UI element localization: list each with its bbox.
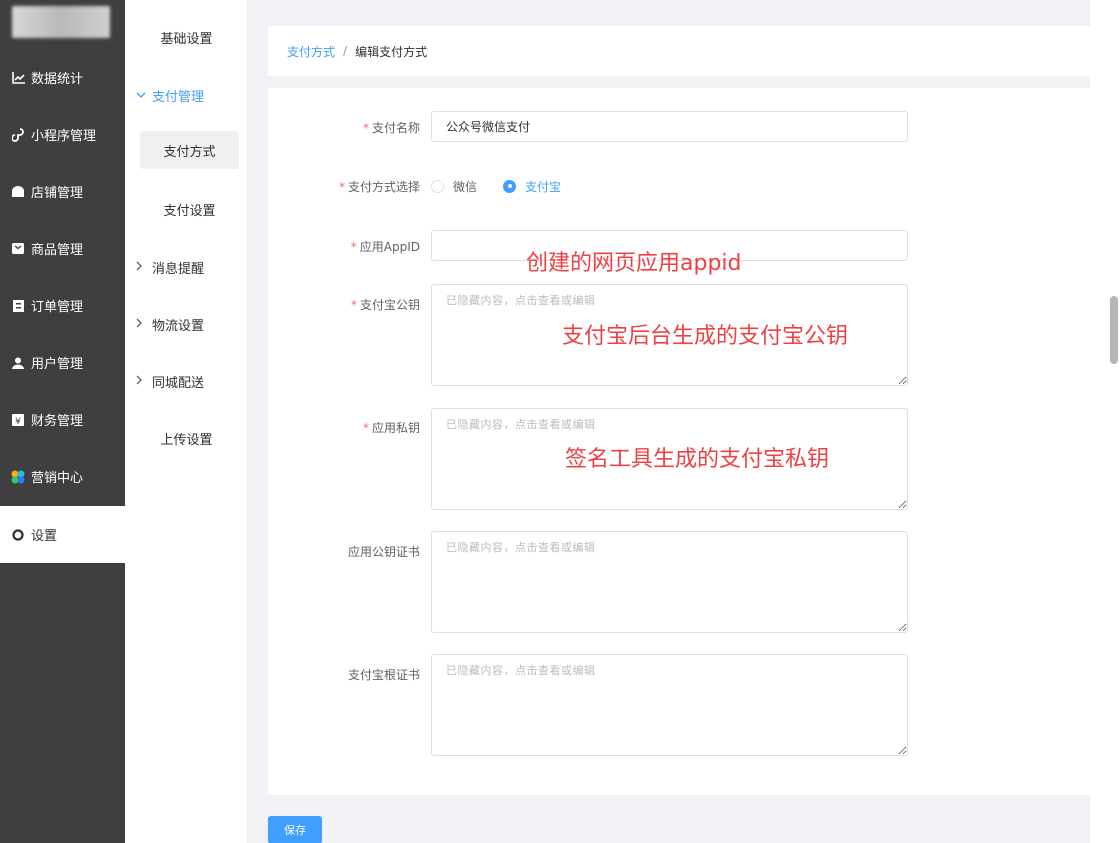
save-button[interactable]: 保存 [268,816,322,843]
sidebar-item-settings[interactable]: 设置 [0,506,125,563]
user-icon [11,356,25,370]
sidebar-item-label: 数据统计 [31,72,84,87]
scrollbar-thumb[interactable] [1110,296,1118,364]
sidebar-item-mini-program[interactable]: 小程序管理 [0,106,125,163]
chevron-right-icon [136,318,146,331]
sidebar-item-statistics[interactable]: 数据统计 [0,49,125,106]
sidebar-item-label: 财务管理 [31,414,84,429]
settings-submenu: 基础设置 支付管理 支付方式 支付设置 消息提醒 物流设置 同城配送 上传设置 [125,0,248,843]
required-mark: * [362,121,369,135]
appid-input[interactable] [431,230,908,261]
goods-icon [11,242,25,256]
mini-program-icon [11,127,25,142]
label-text: 支付名称 [371,121,420,135]
app-private-key-label: * 应用私钥 [268,419,420,436]
sidebar-item-label: 设置 [31,529,58,544]
sidebar-item-label: 商品管理 [31,243,84,258]
sidebar-item-store[interactable]: 店铺管理 [0,163,125,220]
payment-form: *支付名称 *支付方式选择 微信 支付宝 *应用AppID *支付宝公钥 *应用… [268,88,1090,795]
submenu-upload-settings[interactable]: 上传设置 [125,418,248,458]
main-sidebar: 数据统计 小程序管理 店铺管理 商品管理 订单管理 用户管理 ¥ 财务管理 营销… [0,0,125,843]
submenu-group-label: 支付管理 [152,89,205,105]
alipay-public-key-label: * 支付宝公钥 [268,296,420,313]
label-text: 应用AppID [359,240,420,254]
radio-alipay[interactable]: 支付宝 [503,178,561,195]
submenu-group-logistics[interactable]: 物流设置 [136,309,204,339]
chevron-right-icon [136,375,146,388]
scrollbar-track[interactable] [1090,0,1120,843]
marketing-icon [11,470,25,484]
submenu-basic-settings[interactable]: 基础设置 [125,17,248,57]
label-text: 应用公钥证书 [347,545,420,559]
required-mark: * [350,298,357,312]
submenu-payment-settings[interactable]: 支付设置 [140,190,239,228]
radio-wechat[interactable]: 微信 [431,178,477,195]
sidebar-item-label: 小程序管理 [31,129,97,144]
app-public-cert-textarea[interactable] [431,531,908,633]
chart-line-icon [11,71,25,85]
sidebar-item-finance[interactable]: ¥ 财务管理 [0,391,125,448]
submenu-payment-methods[interactable]: 支付方式 [140,131,239,169]
payment-method-radio-group: 微信 支付宝 [431,176,587,196]
radio-circle[interactable] [503,179,517,193]
payment-name-label: * 支付名称 [268,119,420,136]
required-mark: * [350,240,357,254]
sidebar-item-users[interactable]: 用户管理 [0,334,125,391]
app-public-cert-label: 应用公钥证书 [268,543,420,560]
submenu-group-label: 物流设置 [152,318,205,334]
chevron-right-icon [136,261,146,274]
radio-label: 支付宝 [525,179,562,194]
submenu-group-label: 消息提醒 [152,261,205,277]
settings-icon [11,528,25,542]
sidebar-item-orders[interactable]: 订单管理 [0,277,125,334]
chevron-down-icon [136,89,146,102]
alipay-root-cert-label: 支付宝根证书 [268,666,420,683]
payment-name-input[interactable] [431,111,908,142]
sidebar-item-marketing[interactable]: 营销中心 [0,448,125,505]
label-text: 支付方式选择 [347,180,420,194]
radio-label: 微信 [453,179,478,194]
alipay-public-key-textarea[interactable] [431,284,908,386]
submenu-group-payment[interactable]: 支付管理 [136,80,204,110]
svg-text:¥: ¥ [15,417,21,426]
sidebar-item-label: 订单管理 [31,300,84,315]
breadcrumb: 支付方式 / 编辑支付方式 [268,26,1090,76]
sidebar-item-label: 营销中心 [31,471,84,486]
app-logo [12,6,110,38]
appid-label: * 应用AppID [268,238,420,255]
required-mark: * [362,421,369,435]
order-icon [11,299,25,313]
sidebar-item-label: 店铺管理 [31,186,84,201]
payment-method-label: * 支付方式选择 [268,178,420,195]
store-icon [11,185,25,199]
finance-icon: ¥ [11,413,25,427]
label-text: 支付宝公钥 [359,298,420,312]
submenu-group-message[interactable]: 消息提醒 [136,252,204,282]
label-text: 支付宝根证书 [347,668,420,682]
app-private-key-textarea[interactable] [431,408,908,510]
alipay-root-cert-textarea[interactable] [431,654,908,756]
submenu-group-label: 同城配送 [152,375,205,391]
required-mark: * [338,180,345,194]
submenu-group-local-delivery[interactable]: 同城配送 [136,366,204,396]
label-text: 应用私钥 [371,421,420,435]
breadcrumb-separator: / [343,44,348,58]
breadcrumb-current: 编辑支付方式 [355,44,428,59]
sidebar-item-label: 用户管理 [31,357,84,372]
radio-circle[interactable] [431,179,444,193]
breadcrumb-parent-link[interactable]: 支付方式 [287,43,335,60]
sidebar-item-goods[interactable]: 商品管理 [0,220,125,277]
